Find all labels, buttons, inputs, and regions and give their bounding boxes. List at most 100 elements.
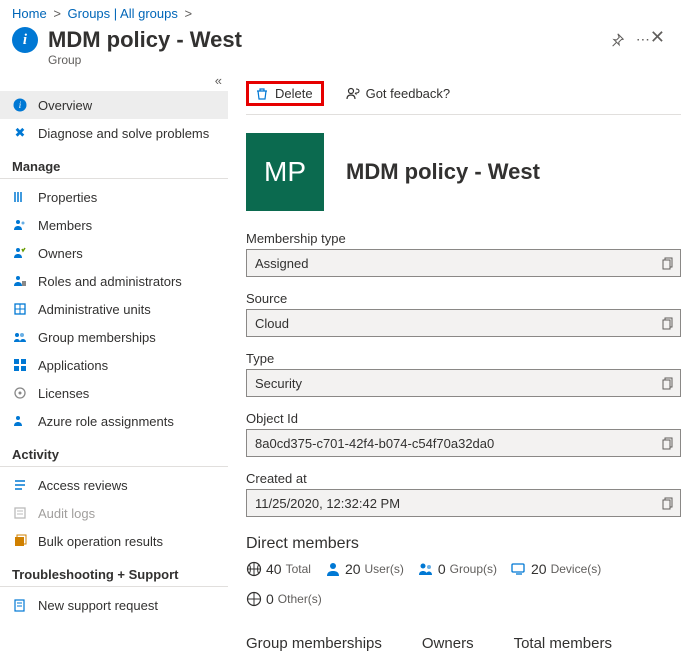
sidebar-item-admin-units[interactable]: Administrative units <box>0 295 228 323</box>
pin-icon[interactable] <box>610 33 624 47</box>
field-value: 8a0cd375-c701-42f4-b074-c54f70a32da0 <box>255 436 662 451</box>
sidebar-item-properties[interactable]: Properties <box>0 183 228 211</box>
section-group-memberships: Group memberships <box>246 635 382 652</box>
field-box-created-at: 11/25/2020, 12:32:42 PM <box>246 489 681 517</box>
stat-value: 40 <box>266 561 282 577</box>
diagnose-icon: ✖ <box>12 125 28 141</box>
feedback-label: Got feedback? <box>366 86 451 101</box>
admin-units-icon <box>12 301 28 317</box>
trash-icon <box>255 87 269 101</box>
group-icon <box>418 561 434 577</box>
stat-label: User(s) <box>365 562 404 576</box>
sidebar-item-label: Owners <box>38 246 83 261</box>
copy-icon[interactable] <box>662 377 674 390</box>
sidebar-item-label: Licenses <box>38 386 89 401</box>
sidebar-item-label: Bulk operation results <box>38 534 163 549</box>
field-box-membership-type: Assigned <box>246 249 681 277</box>
feedback-icon <box>346 87 360 101</box>
copy-icon[interactable] <box>662 437 674 450</box>
members-icon <box>12 217 28 233</box>
field-value: Cloud <box>255 316 662 331</box>
sidebar-item-access-reviews[interactable]: Access reviews <box>0 471 228 499</box>
copy-icon[interactable] <box>662 497 674 510</box>
sidebar-item-bulk-results[interactable]: Bulk operation results <box>0 527 228 555</box>
field-value: Assigned <box>255 256 662 271</box>
feedback-button[interactable]: Got feedback? <box>338 82 459 105</box>
sidebar-item-members[interactable]: Members <box>0 211 228 239</box>
group-avatar: MP <box>246 133 324 211</box>
field-label-source: Source <box>246 291 681 306</box>
sidebar-item-label: Overview <box>38 98 92 113</box>
sidebar-item-label: Properties <box>38 190 97 205</box>
globe-icon <box>246 591 262 607</box>
sidebar-item-overview[interactable]: i Overview <box>0 91 228 119</box>
field-label-object-id: Object Id <box>246 411 681 426</box>
sidebar-item-label: Applications <box>38 358 108 373</box>
sidebar-item-label: New support request <box>38 598 158 613</box>
sidebar-section-activity: Activity <box>0 435 228 467</box>
field-label-type: Type <box>246 351 681 366</box>
page-title: MDM policy - West <box>48 27 602 53</box>
sidebar-item-azure-role[interactable]: Azure role assignments <box>0 407 228 435</box>
sidebar-item-audit-logs[interactable]: Audit logs <box>0 499 228 527</box>
field-box-object-id: 8a0cd375-c701-42f4-b074-c54f70a32da0 <box>246 429 681 457</box>
sidebar-item-new-support[interactable]: New support request <box>0 591 228 619</box>
sidebar-item-label: Azure role assignments <box>38 414 174 429</box>
stat-groups: 0 Group(s) <box>418 561 497 577</box>
more-icon[interactable]: ⋯ <box>636 31 650 48</box>
owners-icon <box>12 245 28 261</box>
delete-button[interactable]: Delete <box>246 81 324 106</box>
user-icon <box>325 561 341 577</box>
field-value: 11/25/2020, 12:32:42 PM <box>255 496 662 511</box>
sidebar-item-roles[interactable]: Roles and administrators <box>0 267 228 295</box>
sidebar-item-diagnose[interactable]: ✖ Diagnose and solve problems <box>0 119 228 147</box>
group-memberships-icon <box>12 329 28 345</box>
stat-label: Device(s) <box>551 562 602 576</box>
support-icon <box>12 597 28 613</box>
stat-total: 40 Total <box>246 561 311 577</box>
properties-icon <box>12 189 28 205</box>
stat-label: Total <box>286 562 311 576</box>
sidebar-item-licenses[interactable]: Licenses <box>0 379 228 407</box>
copy-icon[interactable] <box>662 317 674 330</box>
globe-icon <box>246 561 262 577</box>
sidebar-item-label: Administrative units <box>38 302 151 317</box>
sidebar-section-manage: Manage <box>0 147 228 179</box>
sidebar-item-applications[interactable]: Applications <box>0 351 228 379</box>
stat-value: 0 <box>266 591 274 607</box>
applications-icon <box>12 357 28 373</box>
field-label-created-at: Created at <box>246 471 681 486</box>
bulk-results-icon <box>12 533 28 549</box>
stat-label: Group(s) <box>450 562 497 576</box>
stat-devices: 20 Device(s) <box>511 561 601 577</box>
stat-value: 0 <box>438 561 446 577</box>
field-box-type: Security <box>246 369 681 397</box>
collapse-icon[interactable]: « <box>215 73 222 88</box>
breadcrumb: Home > Groups | All groups > <box>0 0 681 25</box>
sidebar-item-label: Audit logs <box>38 506 95 521</box>
close-icon[interactable]: ✕ <box>650 27 669 48</box>
stat-value: 20 <box>345 561 361 577</box>
breadcrumb-home[interactable]: Home <box>12 6 47 21</box>
stat-users: 20 User(s) <box>325 561 404 577</box>
delete-label: Delete <box>275 86 313 101</box>
sidebar-item-label: Diagnose and solve problems <box>38 126 209 141</box>
sidebar-item-label: Roles and administrators <box>38 274 182 289</box>
page-subtitle: Group <box>48 53 602 67</box>
sidebar-item-group-memberships[interactable]: Group memberships <box>0 323 228 351</box>
sidebar-section-troubleshooting: Troubleshooting + Support <box>0 555 228 587</box>
stat-label: Other(s) <box>278 592 322 606</box>
stat-others: 0 Other(s) <box>246 591 322 607</box>
licenses-icon <box>12 385 28 401</box>
group-title: MDM policy - West <box>346 159 540 185</box>
access-reviews-icon <box>12 477 28 493</box>
sidebar-item-label: Access reviews <box>38 478 128 493</box>
breadcrumb-groups[interactable]: Groups | All groups <box>68 6 178 21</box>
section-owners: Owners <box>422 635 474 652</box>
copy-icon[interactable] <box>662 257 674 270</box>
field-box-source: Cloud <box>246 309 681 337</box>
sidebar-item-label: Group memberships <box>38 330 156 345</box>
overview-icon: i <box>12 97 28 113</box>
sidebar-item-owners[interactable]: Owners <box>0 239 228 267</box>
device-icon <box>511 561 527 577</box>
